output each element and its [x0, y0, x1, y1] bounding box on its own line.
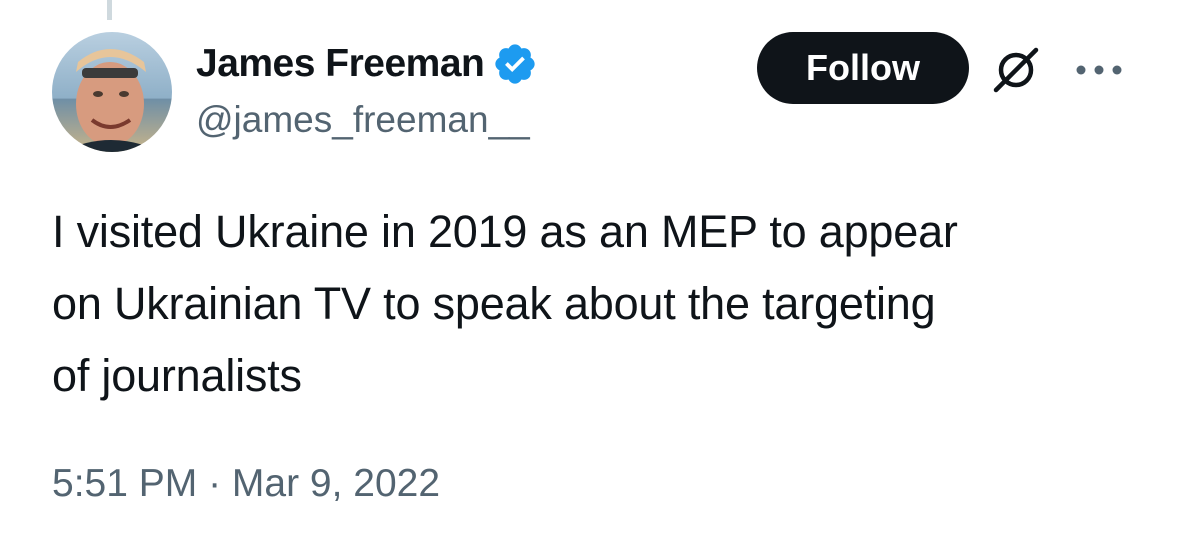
avatar[interactable] — [52, 32, 172, 152]
author-handle[interactable]: @james_freeman__ — [196, 99, 530, 141]
verified-badge-icon — [492, 41, 538, 87]
tweet-text-line: on Ukrainian TV to speak about the targe… — [52, 278, 936, 329]
follow-button[interactable]: Follow — [757, 32, 969, 104]
tweet-text: I visited Ukraine in 2019 as an MEP to a… — [52, 196, 1142, 412]
tweet-text-line: I visited Ukraine in 2019 as an MEP to a… — [52, 206, 958, 257]
thread-connector-line — [107, 0, 112, 20]
avatar-image — [52, 32, 172, 152]
grok-icon[interactable] — [990, 44, 1042, 96]
tweet-text-line: of journalists — [52, 350, 302, 401]
author-display-name[interactable]: James Freeman — [196, 42, 485, 86]
author-name-row[interactable]: James Freeman — [196, 40, 538, 88]
tweet-timestamp[interactable]: 5:51 PM · Mar 9, 2022 — [52, 462, 440, 506]
more-options-icon[interactable] — [1074, 58, 1124, 82]
